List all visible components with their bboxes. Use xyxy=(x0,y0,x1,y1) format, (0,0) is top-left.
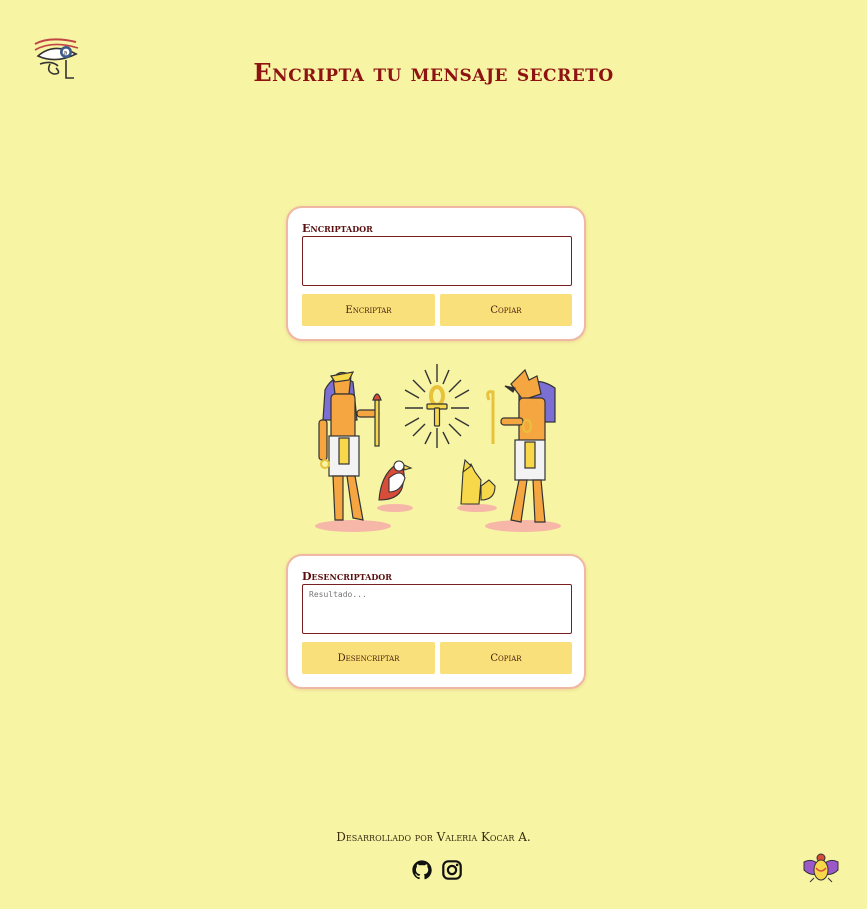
instagram-icon[interactable] xyxy=(441,859,463,881)
decrypt-button[interactable]: Desencriptar xyxy=(302,642,435,674)
encrypt-card: Encriptador Encriptar Copiar xyxy=(286,206,586,341)
decrypt-card-label: Desencriptador xyxy=(302,570,392,583)
svg-text:a: a xyxy=(64,50,68,57)
encrypt-card-label: Encriptador xyxy=(302,222,373,235)
scarab-icon xyxy=(802,852,840,884)
copy-decrypt-button[interactable]: Copiar xyxy=(440,642,572,674)
github-icon[interactable] xyxy=(411,859,433,881)
page-title: Encripta tu mensaje secreto xyxy=(253,58,614,87)
decrypt-card: Desencriptador Desencriptar Copiar xyxy=(286,554,586,689)
encrypt-button[interactable]: Encriptar xyxy=(302,294,435,326)
copy-encrypt-button[interactable]: Copiar xyxy=(440,294,572,326)
footer-credit: Desarrollado por Valeria Kocar A. xyxy=(336,830,531,844)
encrypt-input[interactable] xyxy=(302,236,572,286)
decrypt-output[interactable] xyxy=(302,584,572,634)
egyptian-gods-ankh-illustration xyxy=(305,360,565,535)
